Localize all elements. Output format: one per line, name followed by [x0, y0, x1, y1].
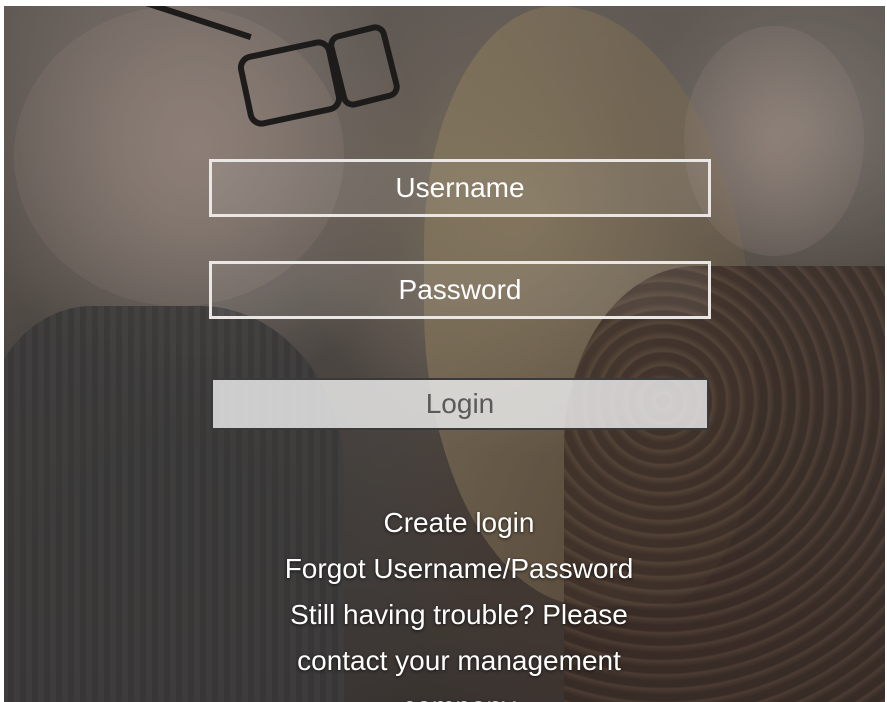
support-text-line-3: company — [159, 684, 759, 702]
login-help-links: Create login Forgot Username/Password St… — [159, 500, 759, 702]
support-text-line-2: contact your management — [297, 645, 621, 676]
create-login-link[interactable]: Create login — [159, 500, 759, 546]
login-page-background: Login Create login Forgot Username/Passw… — [4, 6, 885, 702]
support-text-line-1: Still having trouble? Please — [290, 599, 628, 630]
password-input[interactable] — [209, 261, 711, 319]
login-button[interactable]: Login — [211, 378, 709, 430]
username-input[interactable] — [209, 159, 711, 217]
forgot-credentials-link[interactable]: Forgot Username/Password — [159, 546, 759, 592]
